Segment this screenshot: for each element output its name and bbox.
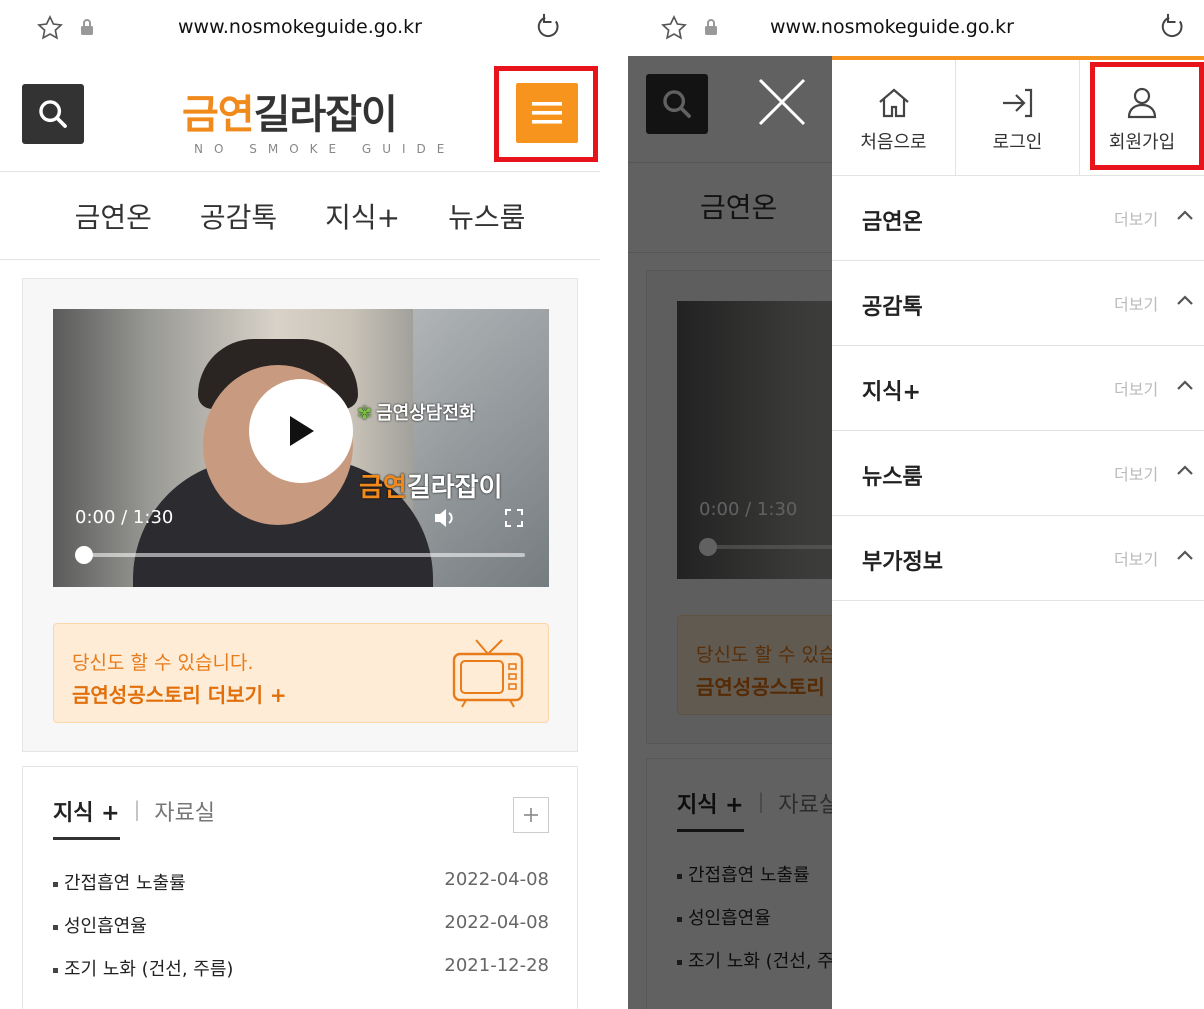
list-item-date: 2021-12-28 [444, 955, 549, 976]
nav-item-geumyeonon[interactable]: 금연온 [75, 196, 152, 236]
drawer-section-title: 금연온 [862, 210, 923, 235]
list-item-title: 간접흡연 노출률 [53, 869, 186, 895]
play-icon [290, 416, 314, 446]
success-story-banner[interactable]: 당신도 할 수 있습니다. 금연성공스토리 더보기 + [53, 623, 549, 723]
logo-orange-text: 금연 [182, 92, 255, 138]
drawer-section-geumyeonon[interactable]: 금연온 더보기 [832, 176, 1204, 261]
chevron-up-icon[interactable] [1176, 293, 1194, 307]
volume-icon[interactable] [433, 507, 457, 529]
quick-home-label: 처음으로 [860, 132, 927, 153]
close-icon[interactable] [756, 76, 808, 128]
video-player[interactable]: ✾ 금연상담전화 금연길라잡이 0:00 / 1:30 [53, 309, 549, 587]
screen-divider [600, 0, 628, 1009]
video-progress-track[interactable] [83, 553, 525, 557]
list-item-date: 2022-04-08 [444, 869, 549, 890]
url-text[interactable]: www.nosmokeguide.go.kr [628, 16, 1180, 38]
more-link[interactable]: 더보기 [1114, 206, 1158, 230]
story-line2[interactable]: 금연성공스토리 더보기 + [72, 679, 287, 708]
list-item-title: 조기 노화 (건선, 주름) [53, 955, 233, 981]
more-plus-button[interactable] [513, 797, 549, 833]
reload-icon[interactable] [534, 12, 564, 42]
more-link[interactable]: 더보기 [1114, 376, 1158, 400]
nav-item-gonggamtok[interactable]: 공감톡 [200, 196, 277, 236]
plus-icon [524, 808, 538, 822]
video-progress-knob[interactable] [75, 546, 93, 564]
login-icon [1002, 88, 1032, 118]
list-item-date: 2022-04-08 [444, 912, 549, 933]
leaf-icon: ✾ [357, 403, 373, 424]
knowledge-list-card: 지식 + | 자료실 간접흡연 노출률 2022-04-08 성인흡연율 2022-… [22, 766, 578, 1009]
video-time: 0:00 / 1:30 [75, 507, 174, 528]
browser-url-bar: www.nosmokeguide.go.kr [0, 0, 600, 56]
more-link[interactable]: 더보기 [1114, 546, 1158, 570]
search-button[interactable] [22, 84, 84, 144]
tv-icon [452, 639, 524, 708]
side-menu-drawer: 처음으로 로그인 회원가입 금연온 더보기 공감톡 더보기 지식+ 더보기 뉴스… [832, 56, 1204, 1009]
nav-item-jisik[interactable]: 지식+ [325, 196, 400, 236]
video-card: ✾ 금연상담전화 금연길라잡이 0:00 / 1:30 당신도 할 수 있습니다.… [22, 278, 578, 752]
quick-home-button[interactable]: 처음으로 [832, 60, 957, 176]
left-screen: www.nosmokeguide.go.kr 금연길라잡이 NO SMOKE G… [0, 0, 600, 1009]
reload-icon[interactable] [1158, 12, 1188, 42]
nav-item-newsroom[interactable]: 뉴스룸 [448, 196, 525, 236]
tab-jisik[interactable]: 지식 + [53, 795, 120, 840]
tab-separator: | [133, 797, 141, 821]
quick-login-button[interactable]: 로그인 [956, 60, 1081, 176]
more-link[interactable]: 더보기 [1114, 291, 1158, 315]
dim-overlay[interactable] [628, 56, 832, 1009]
site-logo[interactable]: 금연길라잡이 NO SMOKE GUIDE [182, 82, 444, 156]
url-text[interactable]: www.nosmokeguide.go.kr [0, 16, 600, 38]
logo-subtitle: NO SMOKE GUIDE [194, 142, 456, 156]
quick-login-label: 로그인 [992, 132, 1043, 153]
drawer-section-jisik[interactable]: 지식+ 더보기 [832, 346, 1204, 431]
play-button[interactable] [249, 379, 353, 483]
right-screen: www.nosmokeguide.go.kr 금연온 0:00 / 1:30 당… [628, 0, 1204, 1009]
home-icon [878, 88, 909, 118]
drawer-section-title: 공감톡 [862, 295, 923, 320]
video-brand-logo: 금연길라잡이 [359, 473, 503, 503]
list-item[interactable]: 조기 노화 (건선, 주름) 2021-12-28 [53, 955, 549, 985]
search-icon [39, 100, 67, 128]
drawer-section-title: 지식+ [862, 380, 921, 405]
list-item[interactable]: 간접흡연 노출률 2022-04-08 [53, 869, 549, 899]
video-brand-hotline: ✾ 금연상담전화 [357, 403, 476, 424]
drawer-section-newsroom[interactable]: 뉴스룸 더보기 [832, 431, 1204, 516]
video-background [413, 309, 549, 587]
drawer-section-extra-info[interactable]: 부가정보 더보기 [832, 516, 1204, 601]
signup-button-highlight [1090, 62, 1204, 170]
drawer-section-gonggamtok[interactable]: 공감톡 더보기 [832, 261, 1204, 346]
more-link[interactable]: 더보기 [1114, 461, 1158, 485]
list-item-title: 성인흡연율 [53, 912, 147, 938]
chevron-up-icon[interactable] [1176, 463, 1194, 477]
logo-dark-text: 길라잡이 [253, 92, 398, 138]
chevron-up-icon[interactable] [1176, 208, 1194, 222]
drawer-section-title: 뉴스룸 [862, 465, 923, 490]
list-item[interactable]: 성인흡연율 2022-04-08 [53, 912, 549, 942]
browser-url-bar: www.nosmokeguide.go.kr [628, 0, 1204, 56]
story-line1: 당신도 할 수 있습니다. [72, 652, 254, 674]
menu-button-highlight [494, 66, 598, 162]
list-tabs: 지식 + | 자료실 [53, 795, 215, 840]
main-nav: 금연온 공감톡 지식+ 뉴스룸 [0, 172, 600, 260]
chevron-up-icon[interactable] [1176, 378, 1194, 392]
drawer-section-title: 부가정보 [862, 550, 943, 575]
chevron-up-icon[interactable] [1176, 548, 1194, 562]
fullscreen-icon[interactable] [505, 509, 523, 527]
tab-jaryosil[interactable]: 자료실 [154, 795, 215, 827]
